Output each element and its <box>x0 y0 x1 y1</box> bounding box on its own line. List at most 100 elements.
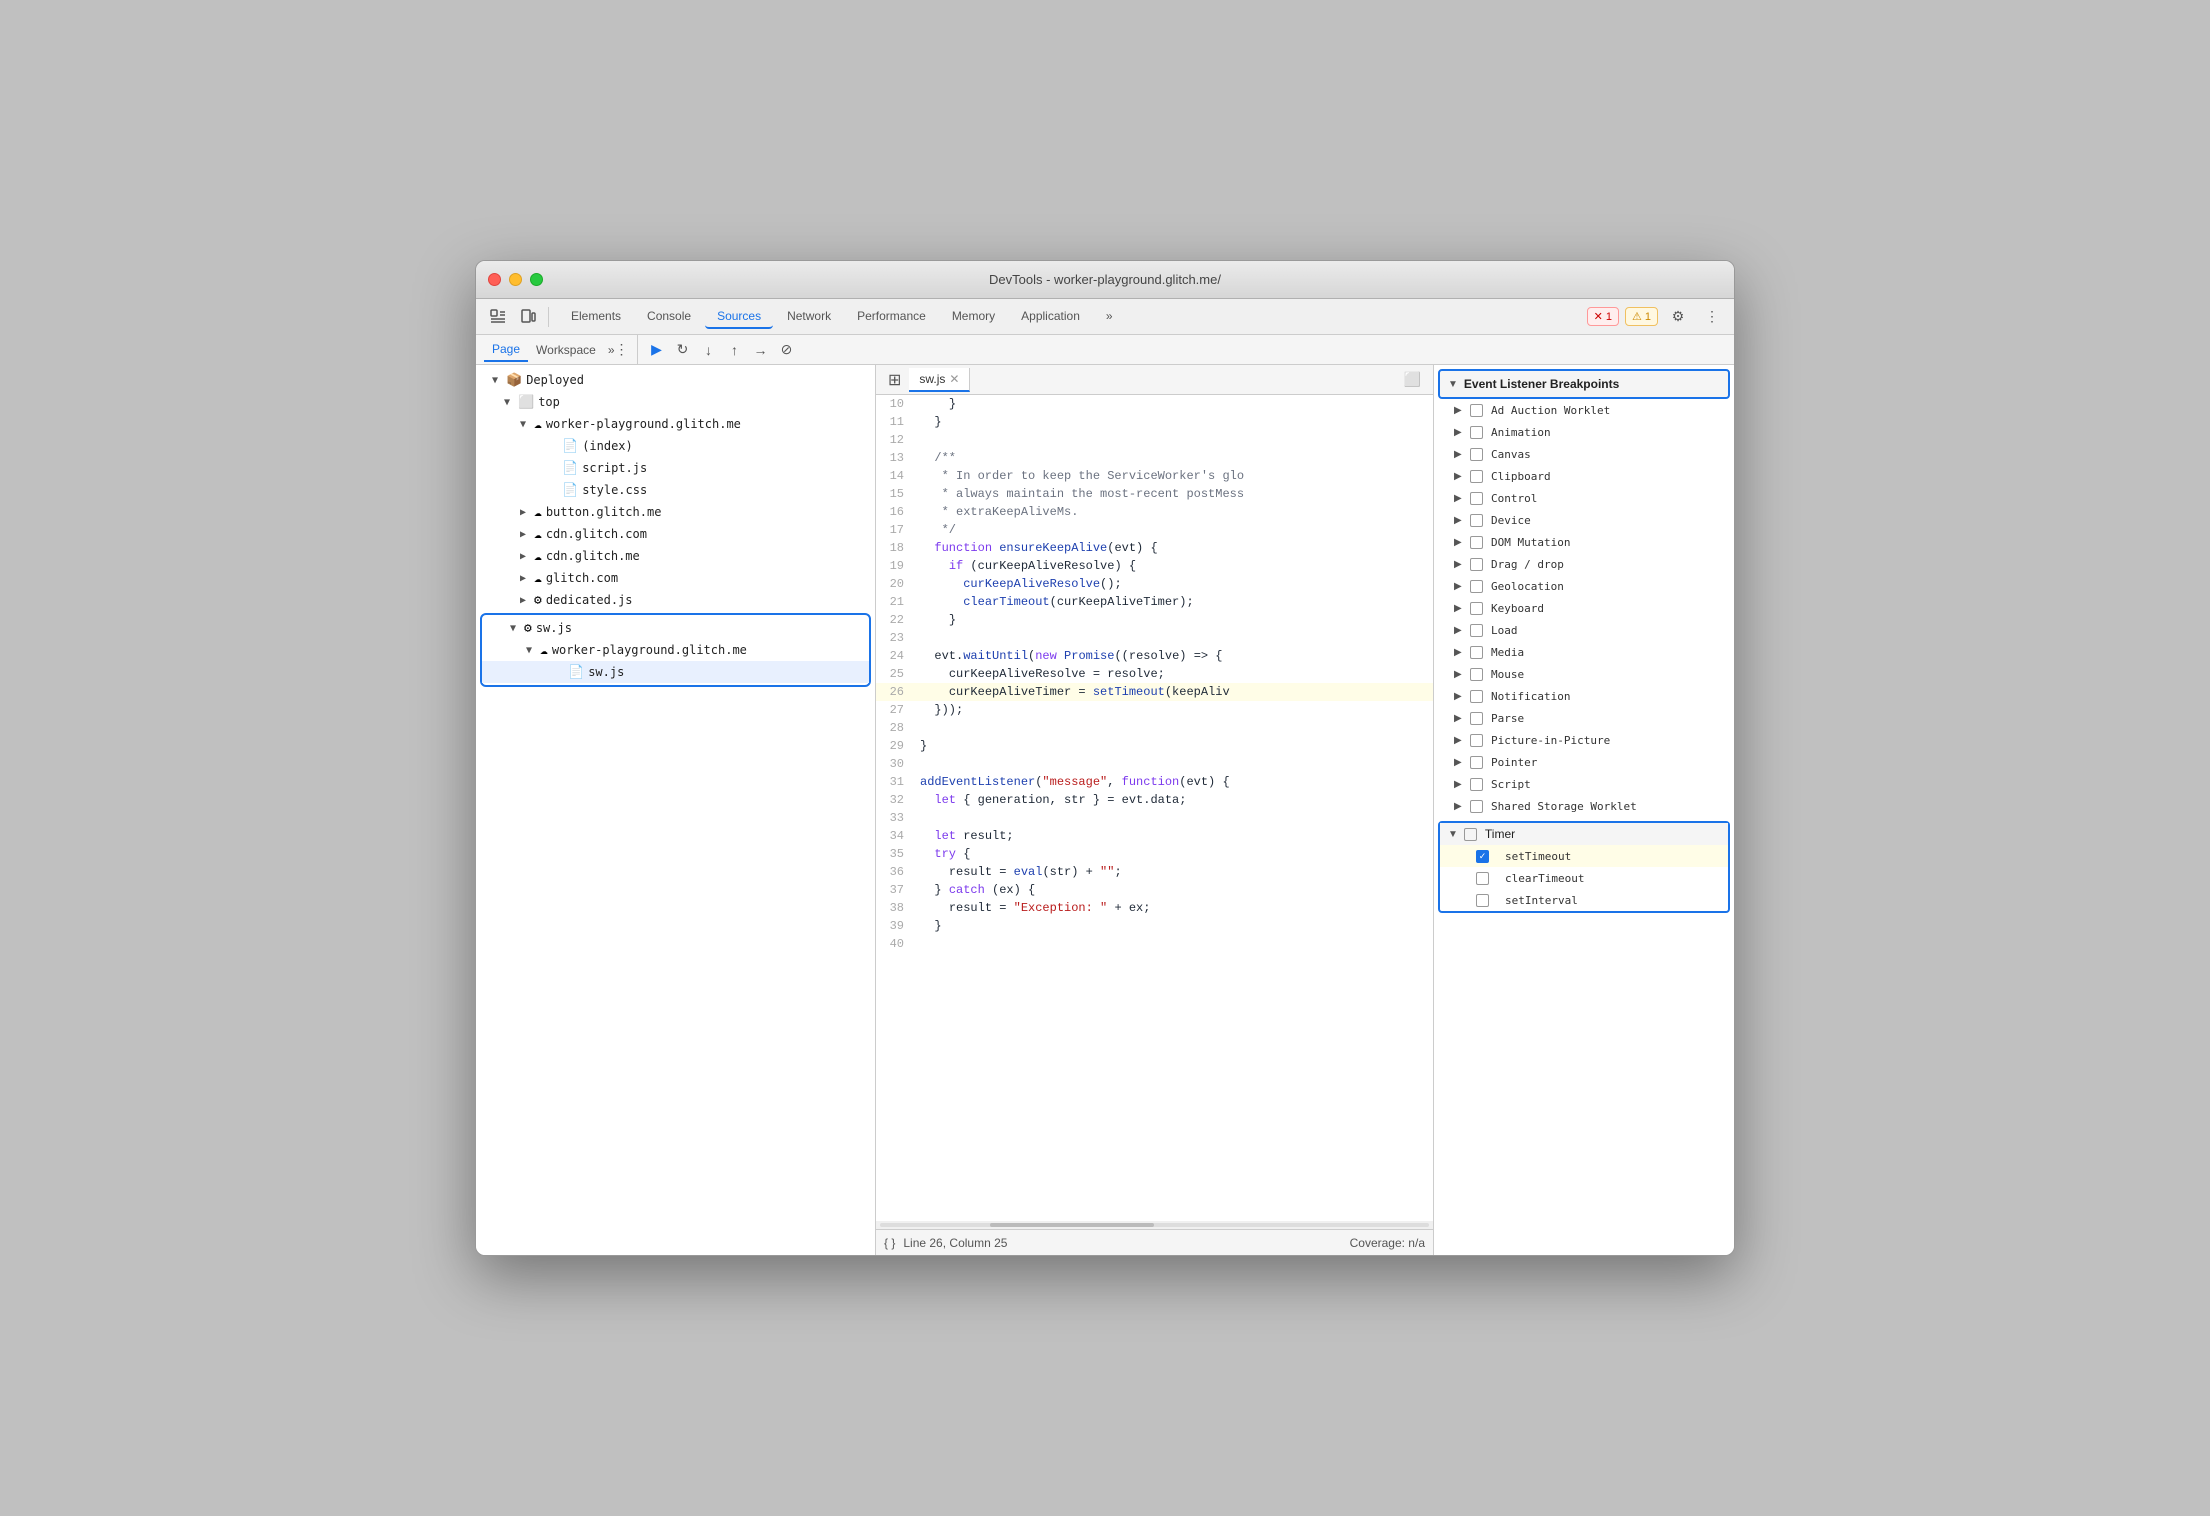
bp-checkbox-parse[interactable] <box>1470 712 1483 725</box>
tab-network[interactable]: Network <box>775 305 843 329</box>
toggle-sidebar-icon[interactable]: ⊞ <box>880 370 909 390</box>
bp-checkbox-ptr[interactable] <box>1470 756 1483 769</box>
tree-item-dedicatedjs[interactable]: ▶ ⚙ dedicated.js <box>476 589 875 611</box>
code-line-21: 21 clearTimeout(curKeepAliveTimer); <box>876 593 1433 611</box>
bp-item-pointer[interactable]: ▶ Pointer <box>1434 751 1734 773</box>
device-icon[interactable] <box>514 303 542 331</box>
bp-item-canvas[interactable]: ▶ Canvas <box>1434 443 1734 465</box>
code-scrollbar[interactable] <box>876 1221 1433 1229</box>
bp-checkbox-geo[interactable] <box>1470 580 1483 593</box>
timer-item-cleartimeout[interactable]: clearTimeout <box>1440 867 1728 889</box>
bp-item-script[interactable]: ▶ Script <box>1434 773 1734 795</box>
format-button[interactable]: { } <box>884 1236 895 1250</box>
code-area[interactable]: 10 } 11 } 12 13 /** <box>876 395 1433 1221</box>
step-out-button[interactable]: ↑ <box>724 339 746 361</box>
bp-item-notification[interactable]: ▶ Notification <box>1434 685 1734 707</box>
bp-item-shared-storage[interactable]: ▶ Shared Storage Worklet <box>1434 795 1734 817</box>
more-options-icon[interactable]: ⋮ <box>1698 303 1726 331</box>
bp-item-ad-auction[interactable]: ▶ Ad Auction Worklet <box>1434 399 1734 421</box>
error-badge[interactable]: ✕ 1 <box>1587 307 1619 326</box>
code-line-14: 14 * In order to keep the ServiceWorker'… <box>876 467 1433 485</box>
timer-header[interactable]: ▼ Timer <box>1440 823 1728 845</box>
timer-item-settimeout[interactable]: setTimeout <box>1440 845 1728 867</box>
timer-item-setinterval[interactable]: setInterval <box>1440 889 1728 911</box>
tree-item-worker-playground[interactable]: ▼ ☁ worker-playground.glitch.me <box>476 413 875 435</box>
bp-checkbox-dom[interactable] <box>1470 536 1483 549</box>
tree-item-swjs-root[interactable]: ▼ ⚙ sw.js <box>482 617 869 639</box>
setinterval-checkbox[interactable] <box>1476 894 1489 907</box>
bp-checkbox-anim[interactable] <box>1470 426 1483 439</box>
bp-checkbox-notif[interactable] <box>1470 690 1483 703</box>
bp-checkbox-ctrl[interactable] <box>1470 492 1483 505</box>
code-line-39: 39 } <box>876 917 1433 935</box>
bp-item-dom-mutation[interactable]: ▶ DOM Mutation <box>1434 531 1734 553</box>
subtab-workspace[interactable]: Workspace <box>528 339 604 361</box>
minimize-button[interactable] <box>509 273 522 286</box>
tab-console[interactable]: Console <box>635 305 703 329</box>
bp-checkbox-media[interactable] <box>1470 646 1483 659</box>
devtools-body: Page Workspace » ⋮ ▶ ↻ ↓ ↑ → ⊘ <box>476 335 1734 1255</box>
bp-item-mouse[interactable]: ▶ Mouse <box>1434 663 1734 685</box>
deactivate-button[interactable]: ⊘ <box>776 339 798 361</box>
bp-item-animation[interactable]: ▶ Animation <box>1434 421 1734 443</box>
tree-item-swjs-host[interactable]: ▼ ☁ worker-playground.glitch.me <box>482 639 869 661</box>
panel-menu[interactable]: ⋮ <box>615 341 629 358</box>
bp-checkbox-pip[interactable] <box>1470 734 1483 747</box>
tree-item-stylecss[interactable]: 📄 style.css <box>476 479 875 501</box>
settimeout-checkbox[interactable] <box>1476 850 1489 863</box>
step-into-button[interactable]: ↓ <box>698 339 720 361</box>
tree-item-cdn-me[interactable]: ▶ ☁ cdn.glitch.me <box>476 545 875 567</box>
expand-panel-icon[interactable]: ⬜ <box>1396 371 1429 388</box>
tree-item-index[interactable]: 📄 (index) <box>476 435 875 457</box>
tree-item-button-glitch[interactable]: ▶ ☁ button.glitch.me <box>476 501 875 523</box>
bp-checkbox-kb[interactable] <box>1470 602 1483 615</box>
bp-checkbox-dd[interactable] <box>1470 558 1483 571</box>
warn-badge[interactable]: ⚠ 1 <box>1625 307 1658 326</box>
tree-item-glitch-com[interactable]: ▶ ☁ glitch.com <box>476 567 875 589</box>
settings-icon[interactable]: ⚙ <box>1664 303 1692 331</box>
timer-checkbox[interactable] <box>1464 828 1477 841</box>
bp-item-drag-drop[interactable]: ▶ Drag / drop <box>1434 553 1734 575</box>
bp-item-keyboard[interactable]: ▶ Keyboard <box>1434 597 1734 619</box>
code-line-11: 11 } <box>876 413 1433 431</box>
inspect-icon[interactable] <box>484 303 512 331</box>
bp-checkbox-mouse[interactable] <box>1470 668 1483 681</box>
bp-checkbox-script[interactable] <box>1470 778 1483 791</box>
step-button[interactable]: → <box>750 339 772 361</box>
bp-item-clipboard[interactable]: ▶ Clipboard <box>1434 465 1734 487</box>
bp-item-control[interactable]: ▶ Control <box>1434 487 1734 509</box>
close-button[interactable] <box>488 273 501 286</box>
bp-item-media[interactable]: ▶ Media <box>1434 641 1734 663</box>
subtab-more[interactable]: » <box>608 343 615 357</box>
cleartimeout-checkbox[interactable] <box>1476 872 1489 885</box>
tab-performance[interactable]: Performance <box>845 305 938 329</box>
tab-more[interactable]: » <box>1094 305 1125 329</box>
bp-checkbox-load[interactable] <box>1470 624 1483 637</box>
bp-checkbox-ad[interactable] <box>1470 404 1483 417</box>
subtab-page[interactable]: Page <box>484 338 528 362</box>
bp-checkbox-ss[interactable] <box>1470 800 1483 813</box>
maximize-button[interactable] <box>530 273 543 286</box>
tab-elements[interactable]: Elements <box>559 305 633 329</box>
code-tab-swjs[interactable]: sw.js ✕ <box>909 368 970 392</box>
bp-item-parse[interactable]: ▶ Parse <box>1434 707 1734 729</box>
bp-item-load[interactable]: ▶ Load <box>1434 619 1734 641</box>
tab-memory[interactable]: Memory <box>940 305 1007 329</box>
bp-item-pip[interactable]: ▶ Picture-in-Picture <box>1434 729 1734 751</box>
bp-checkbox-dev[interactable] <box>1470 514 1483 527</box>
tree-item-cdn-com[interactable]: ▶ ☁ cdn.glitch.com <box>476 523 875 545</box>
bp-checkbox-canvas[interactable] <box>1470 448 1483 461</box>
tree-item-deployed[interactable]: ▼ 📦 Deployed <box>476 369 875 391</box>
step-over-button[interactable]: ↻ <box>672 339 694 361</box>
tab-application[interactable]: Application <box>1009 305 1092 329</box>
tree-item-top[interactable]: ▼ ⬜ top <box>476 391 875 413</box>
bp-item-geolocation[interactable]: ▶ Geolocation <box>1434 575 1734 597</box>
resume-button[interactable]: ▶ <box>646 339 668 361</box>
event-listener-breakpoints-header[interactable]: ▼ Event Listener Breakpoints <box>1438 369 1730 399</box>
tab-sources[interactable]: Sources <box>705 305 773 329</box>
bp-item-device[interactable]: ▶ Device <box>1434 509 1734 531</box>
tree-item-swjs-file[interactable]: 📄 sw.js <box>482 661 869 683</box>
bp-checkbox-clip[interactable] <box>1470 470 1483 483</box>
tree-item-scriptjs[interactable]: 📄 script.js <box>476 457 875 479</box>
close-tab-icon[interactable]: ✕ <box>949 372 959 386</box>
